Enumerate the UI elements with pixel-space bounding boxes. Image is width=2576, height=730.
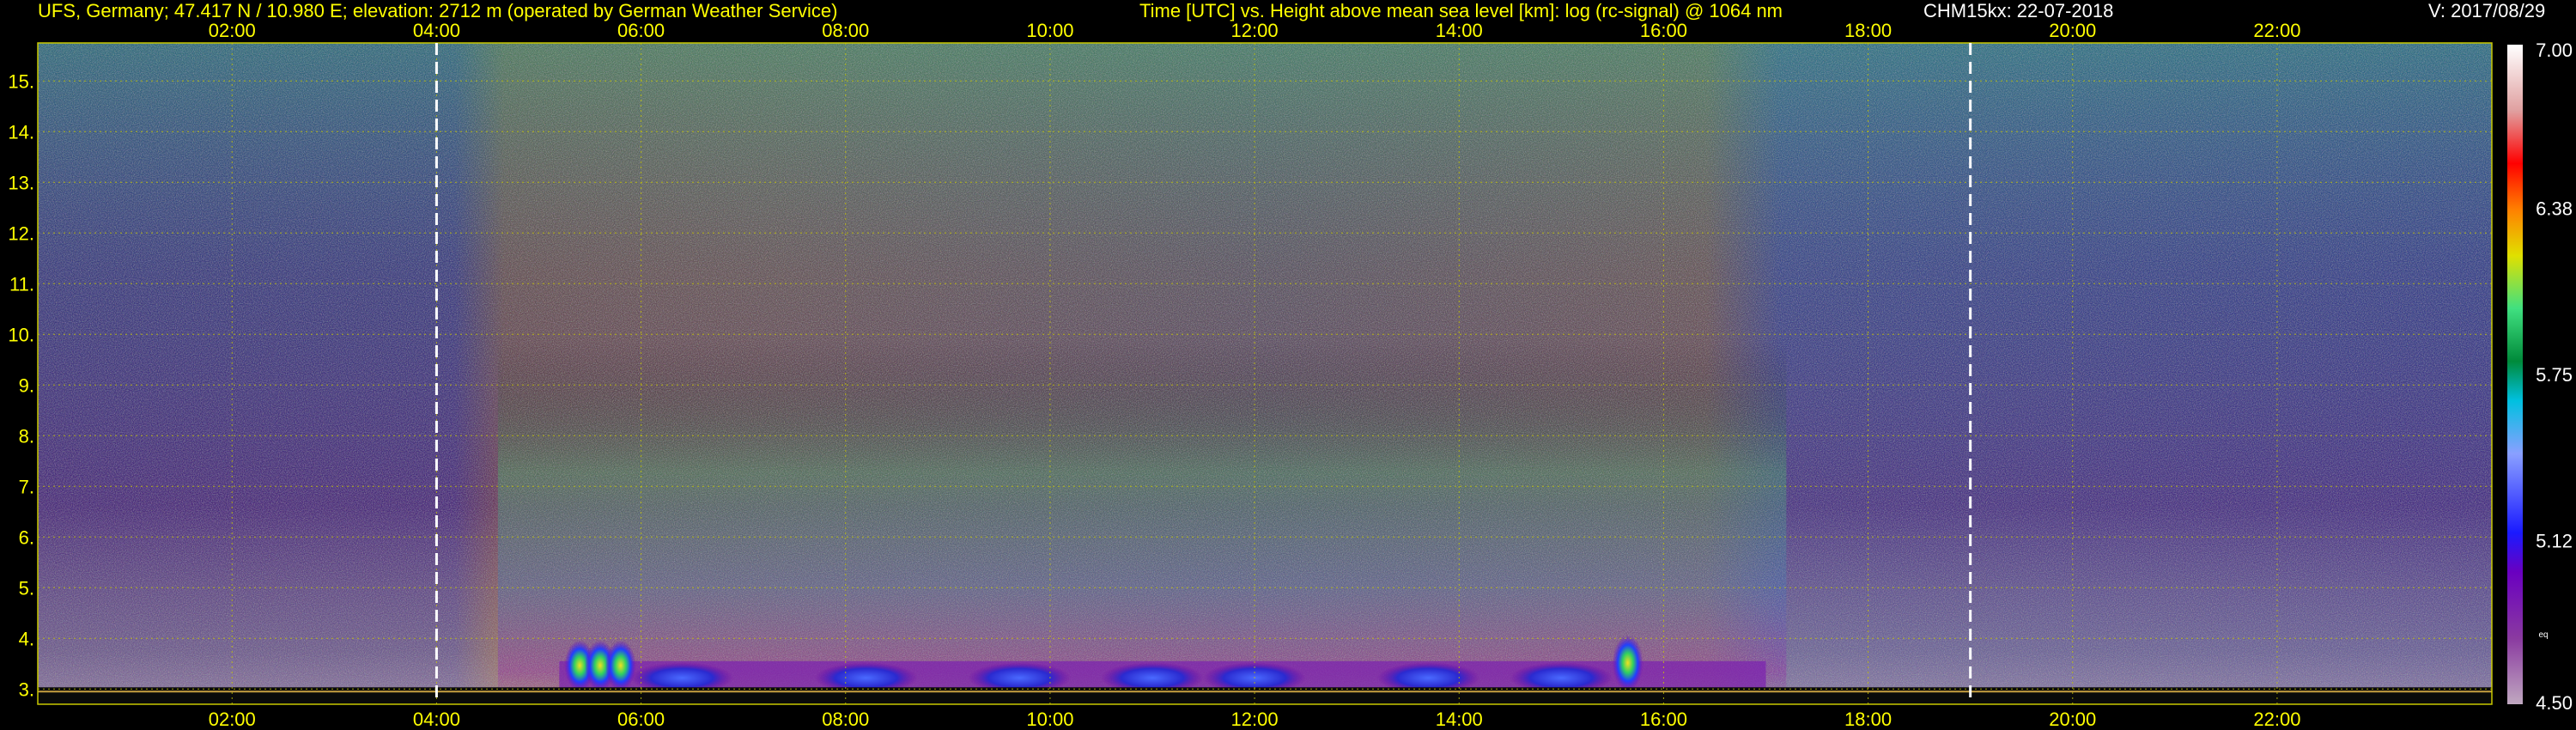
x-tick-label-top: 06:00 xyxy=(617,20,665,41)
y-tick-label: 6. xyxy=(19,526,34,548)
y-tick-label: 7. xyxy=(19,476,34,497)
x-tick-label-bottom: 20:00 xyxy=(2049,709,2096,730)
ceilometer-chart: 02:00 02:00 04:00 04:00 06:00 06:00 08:00 08:00… xyxy=(8,20,2573,730)
x-tick-label-top: 10:00 xyxy=(1026,20,1073,41)
x-tick-label-bottom: 02:00 xyxy=(209,709,256,730)
x-tick-label-top: 18:00 xyxy=(1844,20,1892,41)
colorbar-unit-label: eq xyxy=(2538,630,2548,640)
y-tick-label: 3. xyxy=(19,678,34,700)
colorbar-tick-label: 5.75 xyxy=(2536,364,2573,386)
colorbar-tick-label: 7.00 xyxy=(2536,40,2573,61)
x-tick-label-top: 12:00 xyxy=(1231,20,1279,41)
y-tick-label: 12. xyxy=(8,222,34,244)
colorbar-gradient xyxy=(2507,45,2523,704)
x-tick-label-top: 02:00 xyxy=(209,20,256,41)
y-tick-label: 9. xyxy=(19,374,34,396)
y-tick-label: 14. xyxy=(8,121,34,143)
y-tick-label: 13. xyxy=(8,172,34,193)
x-tick-label-bottom: 18:00 xyxy=(1844,709,1892,730)
x-tick-label-top: 16:00 xyxy=(1640,20,1687,41)
y-tick-label: 10. xyxy=(8,324,34,345)
ground-strip xyxy=(38,687,2492,704)
x-tick-label-top: 22:00 xyxy=(2253,20,2300,41)
y-tick-label: 11. xyxy=(9,273,34,295)
colorbar-tick-label: 5.12 xyxy=(2536,531,2573,552)
plot-area xyxy=(38,43,2492,704)
x-tick-label-bottom: 08:00 xyxy=(822,709,869,730)
x-tick-label-top: 14:00 xyxy=(1436,20,1483,41)
x-tick-label-top: 04:00 xyxy=(413,20,460,41)
x-tick-label-top: 20:00 xyxy=(2049,20,2096,41)
colorbar-tick-label: 6.38 xyxy=(2536,198,2573,219)
x-tick-label-bottom: 04:00 xyxy=(413,709,460,730)
low-cloud xyxy=(1612,635,1643,691)
colorbar: 7.00 6.38 5.75 5.12 4.50 eq xyxy=(2507,40,2573,714)
x-tick-label-bottom: 12:00 xyxy=(1231,709,1279,730)
x-tick-label-bottom: 14:00 xyxy=(1436,709,1483,730)
low-cloud xyxy=(605,640,636,691)
x-tick-label-bottom: 10:00 xyxy=(1026,709,1073,730)
heatmap-noise xyxy=(38,43,2492,704)
y-tick-label: 15. xyxy=(8,70,34,92)
y-tick-label: 5. xyxy=(19,577,34,599)
colorbar-tick-label: 4.50 xyxy=(2536,692,2573,714)
x-tick-label-bottom: 06:00 xyxy=(617,709,665,730)
y-tick-label: 8. xyxy=(19,425,34,447)
x-tick-label-bottom: 22:00 xyxy=(2253,709,2300,730)
y-tick-label: 4. xyxy=(19,628,34,649)
x-tick-label-bottom: 16:00 xyxy=(1640,709,1687,730)
x-tick-label-top: 08:00 xyxy=(822,20,869,41)
